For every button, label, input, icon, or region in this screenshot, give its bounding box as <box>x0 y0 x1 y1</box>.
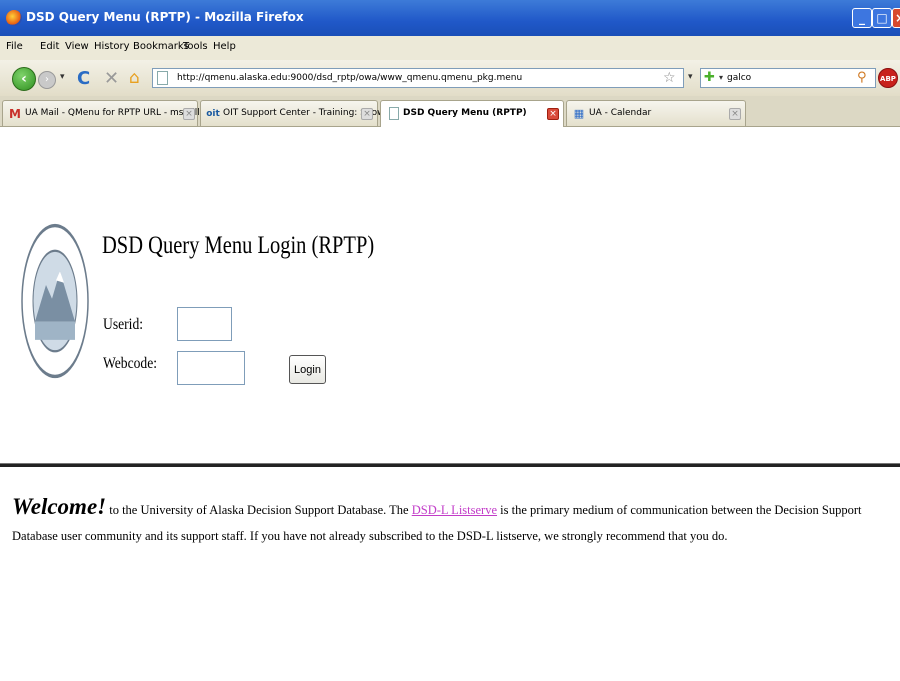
forward-button[interactable]: › <box>38 71 56 89</box>
tab-close-icon[interactable]: × <box>183 108 195 120</box>
userid-label: Userid: <box>103 316 144 333</box>
back-button[interactable]: ‹ <box>12 67 36 91</box>
tab-label: UA - Calendar <box>589 108 652 118</box>
university-seal-logo <box>21 223 89 379</box>
menu-file[interactable]: File <box>6 41 23 52</box>
welcome-text-1: to the University of Alaska Decision Sup… <box>106 503 412 517</box>
minimize-icon: _ <box>859 11 865 25</box>
url-dropdown-icon[interactable]: ▾ <box>688 72 693 82</box>
menu-bar: File Edit View History Bookmarks Tools H… <box>0 36 900 61</box>
bookmark-star-icon[interactable]: ☆ <box>663 70 676 86</box>
webcode-label: Webcode: <box>103 355 158 372</box>
tab-close-icon[interactable]: × <box>547 108 559 120</box>
maximize-button[interactable]: □ <box>872 8 892 28</box>
tab-label: DSD Query Menu (RPTP) <box>403 108 527 118</box>
tab-oit-support[interactable]: oit OIT Support Center - Training: Show … <box>200 100 402 126</box>
close-icon: × <box>893 9 900 27</box>
stop-icon[interactable]: ✕ <box>104 68 119 89</box>
search-icon[interactable]: ⚲ <box>857 70 867 85</box>
tab-ua-mail[interactable]: M UA Mail - QMenu for RPTP URL - msmille… <box>2 100 214 126</box>
page-title: DSD Query Menu Login (RPTP) <box>102 232 375 259</box>
tab-dsd-query-menu[interactable]: DSD Query Menu (RPTP) × <box>380 100 564 127</box>
url-text[interactable]: http://qmenu.alaska.edu:9000/dsd_rptp/ow… <box>177 73 522 83</box>
menu-view[interactable]: View <box>65 41 89 52</box>
menu-edit[interactable]: Edit <box>40 41 59 52</box>
adblock-icon[interactable]: ABP <box>878 68 898 88</box>
firefox-icon <box>6 10 22 26</box>
gmail-icon: M <box>9 107 21 121</box>
menu-tools[interactable]: Tools <box>183 41 208 52</box>
maximize-icon: □ <box>876 11 888 25</box>
window-title: DSD Query Menu (RPTP) - Mozilla Firefox <box>26 10 304 24</box>
search-input[interactable]: galco <box>727 73 751 83</box>
url-bar[interactable]: http://qmenu.alaska.edu:9000/dsd_rptp/ow… <box>152 68 684 88</box>
search-bar[interactable]: ✚ ▾ galco ⚲ <box>700 68 876 88</box>
calendar-icon: ▦ <box>573 107 585 120</box>
welcome-heading: Welcome! <box>12 494 107 519</box>
navigation-toolbar: ‹ › ▾ C ✕ ⌂ http://qmenu.alaska.edu:9000… <box>0 60 900 97</box>
tab-close-icon[interactable]: × <box>361 108 373 120</box>
tab-ua-calendar[interactable]: ▦ UA - Calendar × <box>566 100 746 126</box>
home-icon[interactable]: ⌂ <box>129 68 140 88</box>
menu-history[interactable]: History <box>94 41 130 52</box>
window-title-bar[interactable]: DSD Query Menu (RPTP) - Mozilla Firefox … <box>0 0 900 36</box>
close-window-button[interactable]: × <box>892 8 900 28</box>
page-icon <box>389 107 399 120</box>
search-engine-dropdown-icon[interactable]: ▾ <box>719 73 723 82</box>
minimize-button[interactable]: _ <box>852 8 872 28</box>
webcode-input[interactable] <box>177 351 245 385</box>
page-icon <box>157 71 168 85</box>
welcome-paragraph: Welcome! to the University of Alaska Dec… <box>12 494 892 549</box>
tab-close-icon[interactable]: × <box>729 108 741 120</box>
history-dropdown-icon[interactable]: ▾ <box>60 72 65 82</box>
menu-bookmarks[interactable]: Bookmarks <box>133 41 189 52</box>
search-engine-icon[interactable]: ✚ <box>704 70 715 85</box>
tab-bar: M UA Mail - QMenu for RPTP URL - msmille… <box>0 96 900 127</box>
login-button[interactable]: Login <box>289 355 326 384</box>
reload-icon[interactable]: C <box>77 68 90 89</box>
dsd-l-listserve-link[interactable]: DSD-L Listserve <box>412 503 497 517</box>
oit-icon: oit <box>206 109 220 119</box>
userid-input[interactable] <box>177 307 232 341</box>
menu-help[interactable]: Help <box>213 41 236 52</box>
horizontal-divider <box>0 463 900 467</box>
tab-label: OIT Support Center - Training: Show E... <box>223 108 402 118</box>
